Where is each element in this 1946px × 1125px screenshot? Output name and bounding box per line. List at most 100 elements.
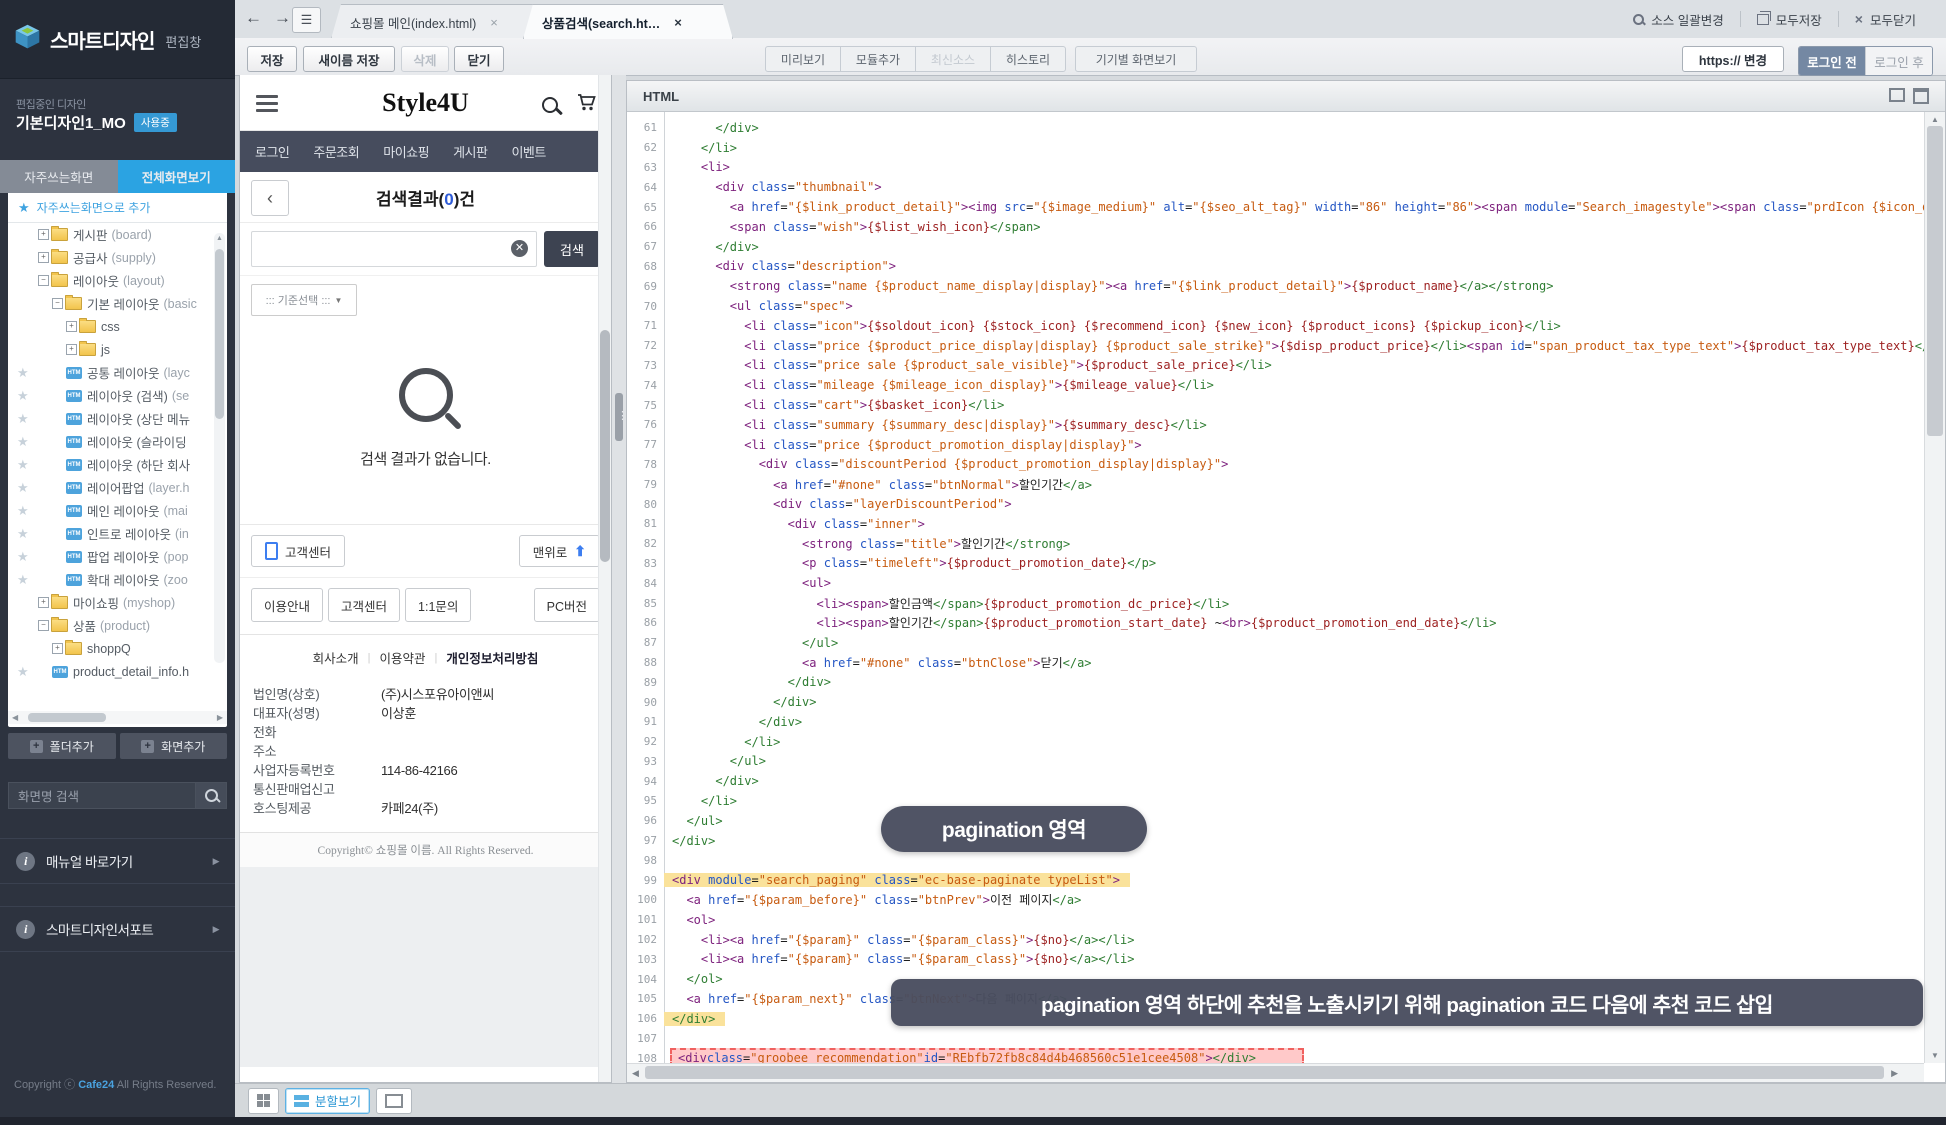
tree-expander-icon[interactable]: + <box>38 252 49 263</box>
tree-item[interactable]: ★HTM레이아웃 (슬라이딩 <box>8 430 227 453</box>
screen-search-button[interactable] <box>196 782 227 809</box>
scroll-up-icon[interactable]: ▲ <box>1925 115 1945 124</box>
code-line[interactable]: 65 <a href="{$link_product_detail}"><img… <box>627 197 1924 217</box>
inquiry-button[interactable]: 1:1문의 <box>405 588 471 622</box>
save-all-button[interactable]: 모두저장 <box>1741 10 1838 29</box>
code-line[interactable]: 75 <li class="cart">{$basket_icon}</li> <box>627 395 1924 415</box>
tree-item[interactable]: +shoppQ <box>8 637 227 660</box>
tree-hscrollbar-thumb[interactable] <box>28 713 106 722</box>
tab-index-html[interactable]: 쇼핑몰 메인(index.html) × <box>331 4 551 39</box>
code-hscrollbar-thumb[interactable] <box>645 1066 1884 1079</box>
sort-select-button[interactable]: ::: 기준선택 ::: ▼ <box>251 284 357 316</box>
favorite-star-icon[interactable]: ★ <box>17 388 29 404</box>
code-line[interactable]: 93 </ul> <box>627 752 1924 772</box>
preview-scrollbar-thumb[interactable] <box>600 330 610 562</box>
nav-login[interactable]: 로그인 <box>255 142 289 161</box>
tree-item[interactable]: +게시판(board) <box>8 223 227 246</box>
favorite-star-icon[interactable]: ★ <box>17 572 29 588</box>
code-line[interactable]: 79 <a href="#none" class="btnNormal">할인기… <box>627 474 1924 494</box>
favorite-star-icon[interactable]: ★ <box>17 664 29 680</box>
shop-search-icon[interactable] <box>542 97 558 113</box>
code-line[interactable]: 83 <p class="timeleft">{$product_promoti… <box>627 554 1924 574</box>
back-arrow-icon[interactable]: ← <box>245 8 262 28</box>
add-module-button[interactable]: 모듈추가 <box>841 47 916 71</box>
code-line[interactable]: 67 </div> <box>627 237 1924 257</box>
code-line[interactable]: 73 <li class="price sale {$product_sale_… <box>627 356 1924 376</box>
code-line[interactable]: 97</div> <box>627 831 1924 851</box>
scroll-down-icon[interactable]: ▼ <box>1925 1051 1945 1060</box>
scroll-right-icon[interactable]: ▶ <box>1891 1068 1898 1079</box>
code-editor[interactable]: 61 </div>62 </li>63 <li>64 <div class="t… <box>627 112 1924 1063</box>
code-line[interactable]: 61 </div> <box>627 118 1924 138</box>
code-line[interactable]: 96 </ul> <box>627 811 1924 831</box>
pc-version-button[interactable]: PC버전 <box>534 588 600 622</box>
shop-search-button[interactable]: 검색 <box>544 231 600 267</box>
code-line[interactable]: 100 <a href="{$param_before}" class="btn… <box>627 890 1924 910</box>
code-line[interactable]: 98 <box>627 850 1924 870</box>
tree-item[interactable]: −상품(product) <box>8 614 227 637</box>
menu-icon[interactable] <box>256 95 278 116</box>
code-line[interactable]: 95 </li> <box>627 791 1924 811</box>
nav-orders[interactable]: 주문조회 <box>313 142 359 161</box>
tree-expander-icon[interactable]: + <box>52 643 63 654</box>
code-line[interactable]: 64 <div class="thumbnail"> <box>627 177 1924 197</box>
https-change-button[interactable]: https:// 변경 <box>1682 46 1784 72</box>
close-button[interactable]: 닫기 <box>454 46 504 72</box>
favorite-star-icon[interactable]: ★ <box>17 503 29 519</box>
tree-scrollbar-thumb[interactable] <box>215 249 224 419</box>
link-company[interactable]: 회사소개 <box>313 648 359 667</box>
nav-board[interactable]: 게시판 <box>453 142 487 161</box>
tab-all-screens[interactable]: 전체화면보기 <box>118 160 236 193</box>
code-line[interactable]: 92 </li> <box>627 732 1924 752</box>
favorite-star-icon[interactable]: ★ <box>17 480 29 496</box>
code-line[interactable]: 84 <ul> <box>627 573 1924 593</box>
tree-item[interactable]: ★HTM레이아웃 (검색)(se <box>8 384 227 407</box>
link-privacy[interactable]: 개인정보처리방침 <box>446 648 538 667</box>
tree-item[interactable]: −기본 레이아웃(basic <box>8 292 227 315</box>
tree-vertical-scrollbar[interactable]: ▲ <box>214 233 225 663</box>
tree-item[interactable]: −레이아웃(layout) <box>8 269 227 292</box>
code-line[interactable]: 85 <li><span>할인금액</span>{$product_promot… <box>627 593 1924 613</box>
tree-item[interactable]: ★HTM레이아웃 (상단 메뉴 <box>8 407 227 430</box>
add-folder-button[interactable]: + 폴더추가 <box>8 733 116 759</box>
favorite-star-icon[interactable]: ★ <box>17 526 29 542</box>
code-line[interactable]: 69 <strong class="name {$product_name_di… <box>627 276 1924 296</box>
close-all-button[interactable]: × 모두닫기 <box>1839 10 1932 29</box>
tree-item[interactable]: ★HTM메인 레이아웃(mai <box>8 499 227 522</box>
code-line[interactable]: 63 <li> <box>627 158 1924 178</box>
save-as-button[interactable]: 새이름 저장 <box>303 46 395 72</box>
close-tab-icon[interactable]: × <box>490 15 498 30</box>
maximize-icon[interactable] <box>1913 88 1929 104</box>
single-view-button[interactable] <box>376 1088 412 1114</box>
tree-expander-icon[interactable]: + <box>38 229 49 240</box>
code-line[interactable]: 90 </div> <box>627 692 1924 712</box>
bulk-source-change-button[interactable]: 소스 일괄변경 <box>1617 10 1739 29</box>
split-view-button[interactable]: 분할보기 <box>285 1088 370 1114</box>
code-line[interactable]: 77 <li class="price {$product_promotion_… <box>627 435 1924 455</box>
tab-list-button[interactable]: ☰ <box>292 7 321 33</box>
support-link[interactable]: i 스마트디자인서포트 ▶ <box>0 906 235 952</box>
tree-item[interactable]: ★HTMproduct_detail_info.h <box>8 660 227 683</box>
code-line[interactable]: 94 </div> <box>627 771 1924 791</box>
code-line[interactable]: 74 <li class="mileage {$mileage_icon_dis… <box>627 375 1924 395</box>
code-line[interactable]: 80 <div class="layerDiscountPeriod"> <box>627 494 1924 514</box>
code-line[interactable]: 62 </li> <box>627 138 1924 158</box>
expand-icon[interactable] <box>1889 88 1905 102</box>
delete-button[interactable]: 삭제 <box>401 46 449 72</box>
back-button[interactable]: ‹ <box>251 180 289 216</box>
code-line[interactable]: 78 <div class="discountPeriod {$product_… <box>627 455 1924 475</box>
code-line[interactable]: 108<div class="groobee_recommendation" i… <box>627 1048 1924 1063</box>
cs-button[interactable]: 고객센터 <box>328 588 400 622</box>
code-horizontal-scrollbar[interactable]: ◀ ▶ <box>627 1063 1924 1082</box>
save-button[interactable]: 저장 <box>247 46 297 72</box>
code-line[interactable]: 87 </ul> <box>627 633 1924 653</box>
tree-item[interactable]: +공급사(supply) <box>8 246 227 269</box>
link-terms[interactable]: 이용약관 <box>379 648 425 667</box>
code-line[interactable]: 101 <ol> <box>627 910 1924 930</box>
tree-item[interactable]: +js <box>8 338 227 361</box>
code-line[interactable]: 66 <span class="wish">{$list_wish_icon}<… <box>627 217 1924 237</box>
code-line[interactable]: 76 <li class="summary {$summary_desc|dis… <box>627 415 1924 435</box>
clear-input-icon[interactable]: ✕ <box>511 240 528 257</box>
code-line[interactable]: 107 <box>627 1029 1924 1049</box>
code-vertical-scrollbar[interactable]: ▲ ▼ <box>1924 112 1945 1063</box>
